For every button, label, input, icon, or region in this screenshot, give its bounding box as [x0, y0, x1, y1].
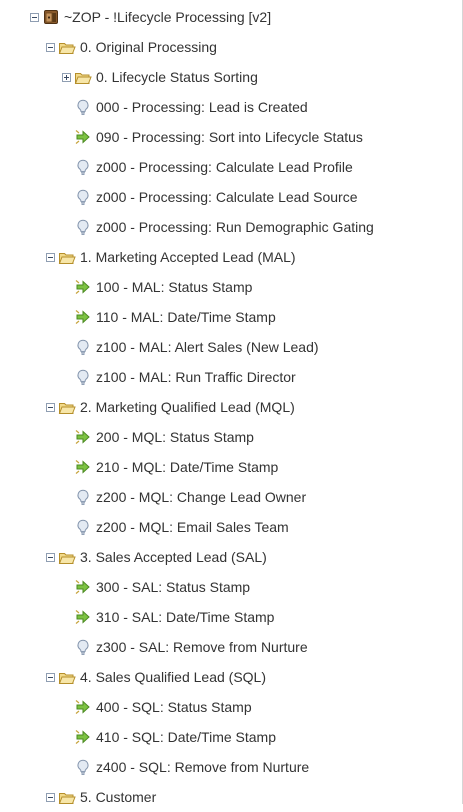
tree-item-campaign[interactable]: 400 - SQL: Status Stamp [74, 692, 252, 722]
tree-item-label: 090 - Processing: Sort into Lifecycle St… [96, 129, 363, 145]
tree-root-label: ~ZOP - !Lifecycle Processing [v2] [64, 9, 272, 25]
folder-open-icon [58, 38, 76, 56]
tree-item-label: 100 - MAL: Status Stamp [96, 279, 253, 295]
tree-item-label: 200 - MQL: Status Stamp [96, 429, 254, 445]
lightbulb-icon [74, 218, 92, 236]
tree-item-label: z200 - MQL: Change Lead Owner [96, 489, 307, 505]
tree-item-campaign[interactable]: 000 - Processing: Lead is Created [74, 92, 308, 122]
tree-folder-label: 0. Lifecycle Status Sorting [96, 69, 258, 85]
lightbulb-icon [74, 158, 92, 176]
tree-item-campaign[interactable]: 100 - MAL: Status Stamp [74, 272, 252, 302]
folder-icon [74, 68, 92, 86]
trigger-arrow-icon [74, 698, 92, 716]
program-box-icon [42, 8, 60, 26]
tree-item-label: 300 - SAL: Status Stamp [96, 579, 251, 595]
trigger-arrow-icon [74, 428, 92, 446]
folder-open-icon [58, 548, 76, 566]
tree-item-label: z100 - MAL: Run Traffic Director [96, 369, 296, 385]
tree-item-campaign[interactable]: z100 - MAL: Run Traffic Director [74, 362, 296, 392]
tree-item-campaign[interactable]: 410 - SQL: Date/Time Stamp [74, 722, 276, 752]
tree-folder-label: 4. Sales Qualified Lead (SQL) [80, 669, 266, 685]
tree-folder-mal[interactable]: 1. Marketing Accepted Lead (MAL) [46, 242, 296, 272]
tree-item-campaign[interactable]: 310 - SAL: Date/Time Stamp [74, 602, 274, 632]
tree-folder-mql[interactable]: 2. Marketing Qualified Lead (MQL) [46, 392, 295, 422]
tree-folder-sal[interactable]: 3. Sales Accepted Lead (SAL) [46, 542, 267, 572]
lightbulb-icon [74, 368, 92, 386]
tree-item-campaign[interactable]: 200 - MQL: Status Stamp [74, 422, 254, 452]
collapse-toggle[interactable] [46, 792, 55, 802]
tree-folder-label: 0. Original Processing [80, 39, 217, 55]
tree-folder-sql[interactable]: 4. Sales Qualified Lead (SQL) [46, 662, 266, 692]
trigger-arrow-icon [74, 128, 92, 146]
collapse-toggle[interactable] [46, 42, 55, 52]
collapse-toggle[interactable] [46, 552, 55, 562]
trigger-arrow-icon [74, 608, 92, 626]
tree-item-campaign[interactable]: 110 - MAL: Date/Time Stamp [74, 302, 276, 332]
tree-item-label: z000 - Processing: Calculate Lead Source [96, 189, 358, 205]
trigger-arrow-icon [74, 578, 92, 596]
tree-item-label: 410 - SQL: Date/Time Stamp [96, 729, 276, 745]
folder-open-icon [58, 788, 76, 806]
tree-item-campaign[interactable]: z300 - SAL: Remove from Nurture [74, 632, 308, 662]
tree-item-label: z000 - Processing: Calculate Lead Profil… [96, 159, 353, 175]
tree-item-label: z100 - MAL: Alert Sales (New Lead) [96, 339, 319, 355]
folder-open-icon [58, 398, 76, 416]
trigger-arrow-icon [74, 728, 92, 746]
lightbulb-icon [74, 638, 92, 656]
trigger-arrow-icon [74, 278, 92, 296]
collapse-toggle[interactable] [30, 12, 39, 22]
tree-item-campaign[interactable]: z400 - SQL: Remove from Nurture [74, 752, 309, 782]
lightbulb-icon [74, 518, 92, 536]
tree-root-program[interactable]: ~ZOP - !Lifecycle Processing [v2] [30, 2, 271, 32]
lightbulb-icon [74, 338, 92, 356]
trigger-arrow-icon [74, 308, 92, 326]
folder-open-icon [58, 668, 76, 686]
tree-item-label: 210 - MQL: Date/Time Stamp [96, 459, 279, 475]
tree-item-label: z000 - Processing: Run Demographic Gatin… [96, 219, 374, 235]
collapse-toggle[interactable] [46, 402, 55, 412]
tree-item-campaign[interactable]: 090 - Processing: Sort into Lifecycle St… [74, 122, 363, 152]
tree-item-label: z400 - SQL: Remove from Nurture [96, 759, 310, 775]
tree-folder-label: 3. Sales Accepted Lead (SAL) [80, 549, 267, 565]
tree-item-label: 310 - SAL: Date/Time Stamp [96, 609, 275, 625]
tree-item-label: 400 - SQL: Status Stamp [96, 699, 252, 715]
tree-item-campaign[interactable]: 210 - MQL: Date/Time Stamp [74, 452, 278, 482]
collapse-toggle[interactable] [46, 252, 55, 262]
tree-item-campaign[interactable]: z000 - Processing: Calculate Lead Source [74, 182, 357, 212]
tree-item-campaign[interactable]: z200 - MQL: Email Sales Team [74, 512, 289, 542]
tree-folder-lifecycle-status-sorting[interactable]: 0. Lifecycle Status Sorting [62, 62, 258, 92]
lightbulb-icon [74, 98, 92, 116]
trigger-arrow-icon [74, 458, 92, 476]
folder-open-icon [58, 248, 76, 266]
lightbulb-icon [74, 758, 92, 776]
tree-folder-label: 5. Customer [80, 789, 157, 805]
tree-folder-customer[interactable]: 5. Customer [46, 782, 156, 812]
tree-item-campaign[interactable]: 300 - SAL: Status Stamp [74, 572, 250, 602]
expand-toggle[interactable] [62, 72, 71, 82]
tree-item-label: 110 - MAL: Date/Time Stamp [96, 309, 276, 325]
tree-item-campaign[interactable]: z000 - Processing: Run Demographic Gatin… [74, 212, 374, 242]
tree-item-campaign[interactable]: z200 - MQL: Change Lead Owner [74, 482, 306, 512]
tree-folder-original-processing[interactable]: 0. Original Processing [46, 32, 217, 62]
tree-folder-label: 1. Marketing Accepted Lead (MAL) [80, 249, 296, 265]
lightbulb-icon [74, 188, 92, 206]
lightbulb-icon [74, 488, 92, 506]
tree-item-campaign[interactable]: z000 - Processing: Calculate Lead Profil… [74, 152, 353, 182]
tree-item-label: z300 - SAL: Remove from Nurture [96, 639, 308, 655]
tree-item-label: 000 - Processing: Lead is Created [96, 99, 308, 115]
tree-item-label: z200 - MQL: Email Sales Team [96, 519, 289, 535]
collapse-toggle[interactable] [46, 672, 55, 682]
tree-item-campaign[interactable]: z100 - MAL: Alert Sales (New Lead) [74, 332, 319, 362]
tree-folder-label: 2. Marketing Qualified Lead (MQL) [80, 399, 295, 415]
